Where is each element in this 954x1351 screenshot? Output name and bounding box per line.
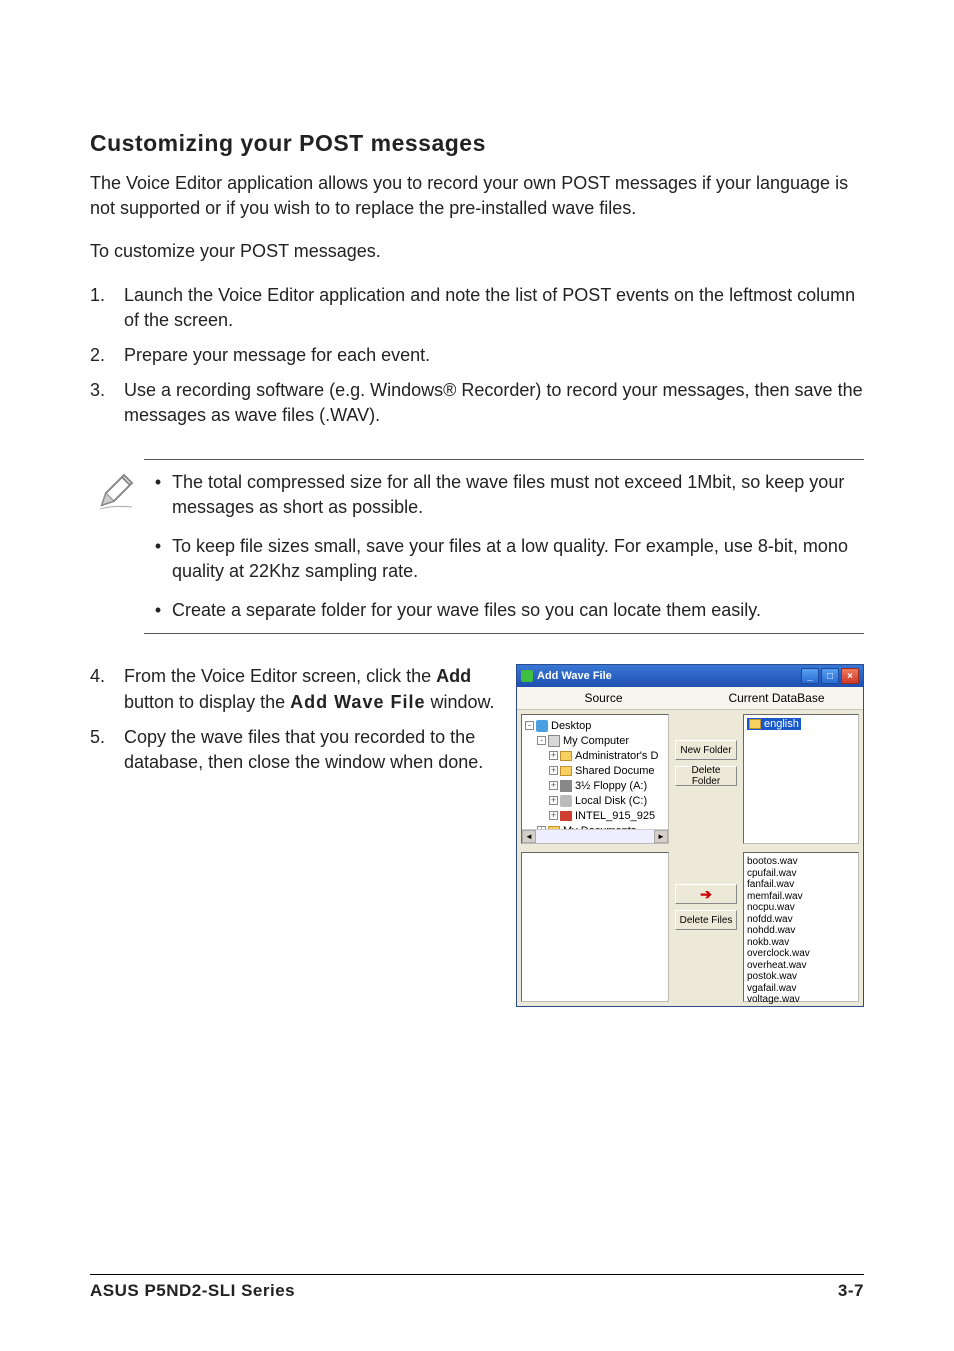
wav-item[interactable]: cpufail.wav (747, 868, 855, 880)
wav-item[interactable]: nofdd.wav (747, 914, 855, 926)
delete-folder-button[interactable]: Delete Folder (675, 766, 737, 786)
wav-item[interactable]: nohdd.wav (747, 925, 855, 937)
wav-item[interactable]: voltage.wav (747, 994, 855, 1006)
folder-tree[interactable]: -Desktop -My Computer +Administrator's D… (521, 714, 669, 844)
footer-left: ASUS P5ND2-SLI Series (90, 1281, 295, 1301)
window-title: Add Wave File (537, 670, 612, 682)
wav-item[interactable]: nocpu.wav (747, 902, 855, 914)
wav-item[interactable]: vgafail.wav (747, 983, 855, 995)
add-arrow-button[interactable]: ➔ (675, 884, 737, 904)
note-item-1: The total compressed size for all the wa… (144, 470, 864, 520)
maximize-button[interactable]: □ (821, 668, 839, 684)
footer-right: 3-7 (838, 1281, 864, 1301)
source-files-panel[interactable] (521, 852, 669, 1002)
database-selected-folder[interactable]: english (747, 718, 801, 730)
database-panel[interactable]: english (743, 714, 859, 844)
wav-item[interactable]: nokb.wav (747, 937, 855, 949)
pencil-icon (90, 459, 144, 516)
page-footer: ASUS P5ND2-SLI Series 3-7 (90, 1274, 864, 1301)
wav-item[interactable]: bootos.wav (747, 856, 855, 868)
note-item-3: Create a separate folder for your wave f… (144, 598, 864, 623)
app-icon (521, 670, 533, 682)
close-button[interactable]: × (841, 668, 859, 684)
database-header: Current DataBase (690, 691, 863, 705)
step-3: Use a recording software (e.g. Windows® … (90, 378, 864, 428)
add-wave-file-window: Add Wave File _ □ × Source Current DataB… (516, 664, 864, 1007)
new-folder-button[interactable]: New Folder (675, 740, 737, 760)
scroll-left-icon[interactable]: ◄ (522, 830, 536, 843)
minimize-button[interactable]: _ (801, 668, 819, 684)
scroll-right-icon[interactable]: ► (654, 830, 668, 843)
source-header: Source (517, 691, 690, 705)
wav-item[interactable]: overclock.wav (747, 948, 855, 960)
horizontal-scrollbar[interactable]: ◄ ► (522, 829, 668, 843)
wav-item[interactable]: overheat.wav (747, 960, 855, 972)
step-2: Prepare your message for each event. (90, 343, 864, 368)
steps-list-top: Launch the Voice Editor application and … (90, 283, 864, 429)
delete-files-button[interactable]: Delete Files (675, 910, 737, 930)
wav-item[interactable]: fanfail.wav (747, 879, 855, 891)
step-4: From the Voice Editor screen, click the … (90, 664, 496, 714)
note-item-2: To keep file sizes small, save your file… (144, 534, 864, 584)
step-5: Copy the wave files that you recorded to… (90, 725, 496, 775)
note-block: The total compressed size for all the wa… (90, 459, 864, 635)
wav-item[interactable]: postok.wav (747, 971, 855, 983)
wav-item[interactable]: memfail.wav (747, 891, 855, 903)
wav-list-panel[interactable]: bootos.wav cpufail.wav fanfail.wav memfa… (743, 852, 859, 1002)
titlebar: Add Wave File _ □ × (517, 665, 863, 687)
lead-paragraph: To customize your POST messages. (90, 239, 864, 264)
step-1: Launch the Voice Editor application and … (90, 283, 864, 333)
intro-paragraph: The Voice Editor application allows you … (90, 171, 864, 221)
section-title: Customizing your POST messages (90, 130, 864, 157)
